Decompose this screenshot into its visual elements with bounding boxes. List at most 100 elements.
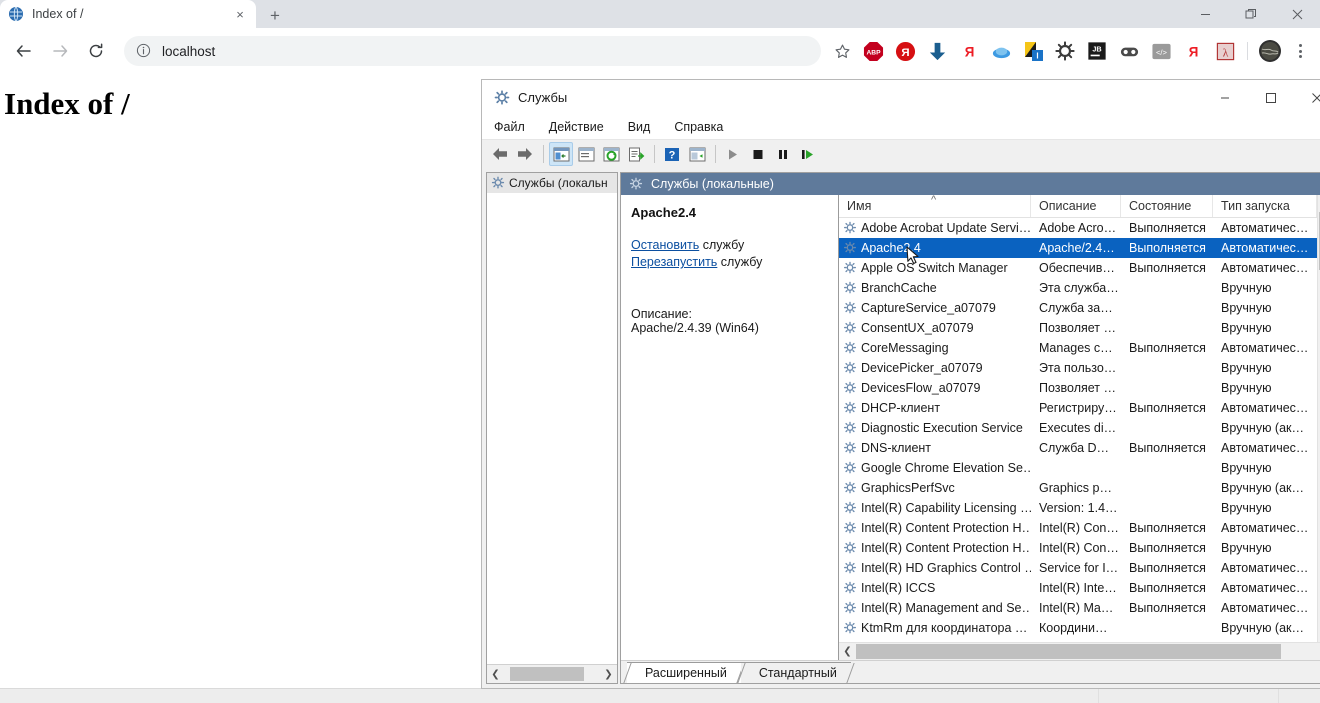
tab-extended[interactable]: Расширенный bbox=[627, 662, 741, 683]
notes-extension-icon[interactable]: I bbox=[1020, 38, 1046, 64]
menu-item-file[interactable]: Файл bbox=[494, 120, 525, 134]
close-icon[interactable] bbox=[1294, 80, 1320, 115]
adblock-plus-extension-icon[interactable]: ABP bbox=[860, 38, 886, 64]
new-tab-button[interactable]: + bbox=[262, 4, 288, 28]
tree-horizontal-scrollbar[interactable]: ❮ ❯ bbox=[487, 664, 617, 683]
service-gear-icon bbox=[843, 421, 857, 435]
yandex-extension-icon[interactable]: Я bbox=[892, 38, 918, 64]
help-button[interactable]: ? bbox=[660, 142, 684, 166]
three-dot-menu-icon[interactable] bbox=[1288, 38, 1312, 64]
column-header-name[interactable]: Имя ^ bbox=[839, 195, 1031, 217]
menu-item-help[interactable]: Справка bbox=[674, 120, 723, 134]
table-row[interactable]: DevicesFlow_a07079Позволяет …Вручную bbox=[839, 378, 1317, 398]
back-arrow-icon[interactable] bbox=[8, 35, 40, 67]
browser-tab[interactable]: Index of / × bbox=[0, 0, 256, 28]
table-row[interactable]: DHCP-клиентРегистриру…ВыполняетсяАвтомат… bbox=[839, 398, 1317, 418]
service-description-cell: Регистриру… bbox=[1031, 401, 1121, 415]
table-row[interactable]: KtmRm для координатора …Координи…Вручную… bbox=[839, 618, 1317, 638]
table-row[interactable]: DevicePicker_a07079Эта пользо…Вручную bbox=[839, 358, 1317, 378]
cloud-extension-icon[interactable] bbox=[988, 38, 1014, 64]
service-name-cell: Adobe Acrobat Update Servi… bbox=[839, 221, 1031, 235]
svg-text:Я: Я bbox=[1188, 44, 1198, 59]
extensions-tray: ABP Я Я bbox=[857, 38, 1312, 64]
table-row[interactable]: Apple OS Switch ManagerОбеспечив…Выполня… bbox=[839, 258, 1317, 278]
stop-service-button[interactable] bbox=[746, 142, 770, 166]
reload-icon[interactable] bbox=[80, 35, 112, 67]
service-gear-icon bbox=[843, 541, 857, 555]
table-row[interactable]: CoreMessagingManages c…ВыполняетсяАвтома… bbox=[839, 338, 1317, 358]
scroll-left-icon[interactable]: ❮ bbox=[487, 666, 504, 682]
back-button[interactable] bbox=[488, 142, 512, 166]
restart-service-suffix: службу bbox=[717, 255, 762, 269]
scroll-thumb[interactable] bbox=[856, 644, 1281, 659]
code-tag-extension-icon[interactable]: </> bbox=[1148, 38, 1174, 64]
pane-header: Службы (локальные) bbox=[621, 173, 1320, 195]
table-row[interactable]: Intel(R) Content Protection H…Intel(R) C… bbox=[839, 538, 1317, 558]
profile-avatar-icon[interactable] bbox=[1257, 38, 1283, 64]
table-row[interactable]: Intel(R) Management and Se…Intel(R) Ma…В… bbox=[839, 598, 1317, 618]
yandex-alt-extension-icon[interactable]: Я bbox=[956, 38, 982, 64]
minimize-icon[interactable] bbox=[1182, 0, 1228, 28]
svg-text:</>: </> bbox=[1155, 47, 1167, 56]
column-header-description[interactable]: Описание bbox=[1031, 195, 1121, 217]
table-row[interactable]: ConsentUX_a07079Позволяет …Вручную bbox=[839, 318, 1317, 338]
forward-button[interactable] bbox=[513, 142, 537, 166]
services-list-pane: Имя ^ Описание Состояние Тип запуска Ado… bbox=[839, 195, 1320, 660]
table-row[interactable]: Intel(R) Capability Licensing …Version: … bbox=[839, 498, 1317, 518]
show-action-pane-button[interactable] bbox=[685, 142, 709, 166]
menu-item-action[interactable]: Действие bbox=[549, 120, 604, 134]
table-row[interactable]: Intel(R) ICCSIntel(R) Inte…ВыполняетсяАв… bbox=[839, 578, 1317, 598]
column-header-startup-type[interactable]: Тип запуска bbox=[1213, 195, 1317, 217]
vpn-mask-extension-icon[interactable] bbox=[1116, 38, 1142, 64]
close-icon[interactable] bbox=[1274, 0, 1320, 28]
service-name-cell: ConsentUX_a07079 bbox=[839, 321, 1031, 335]
scroll-track[interactable] bbox=[856, 644, 1318, 659]
scroll-right-icon[interactable]: ❯ bbox=[600, 666, 617, 682]
scroll-left-icon[interactable]: ❮ bbox=[839, 644, 856, 660]
gear-bug-extension-icon[interactable] bbox=[1052, 38, 1078, 64]
close-icon[interactable]: × bbox=[232, 6, 248, 22]
export-list-button[interactable] bbox=[624, 142, 648, 166]
stop-service-link[interactable]: Остановить bbox=[631, 238, 699, 252]
info-circle-icon[interactable] bbox=[136, 43, 152, 59]
scroll-thumb[interactable] bbox=[510, 667, 584, 681]
table-row[interactable]: CaptureService_a07079Служба за…Вручную bbox=[839, 298, 1317, 318]
column-header-name-label: Имя bbox=[847, 199, 871, 213]
star-icon[interactable] bbox=[827, 36, 857, 66]
scroll-track[interactable] bbox=[504, 666, 600, 682]
table-row[interactable]: DNS-клиентСлужба D…ВыполняетсяАвтоматиче… bbox=[839, 438, 1317, 458]
service-description-cell: Обеспечив… bbox=[1031, 261, 1121, 275]
table-row[interactable]: Adobe Acrobat Update Servi…Adobe Acro…Вы… bbox=[839, 218, 1317, 238]
restart-service-button[interactable] bbox=[796, 142, 820, 166]
tab-standard[interactable]: Стандартный bbox=[741, 662, 851, 683]
table-row[interactable]: Intel(R) HD Graphics Control …Service fo… bbox=[839, 558, 1317, 578]
show-hide-console-tree-button[interactable] bbox=[549, 142, 573, 166]
service-startup-type-cell: Вручную bbox=[1213, 501, 1317, 515]
properties-button[interactable] bbox=[574, 142, 598, 166]
table-row[interactable]: Apache2.4Apache/2.4…ВыполняетсяАвтоматич… bbox=[839, 238, 1317, 258]
jetbrains-toolbox-extension-icon[interactable]: JB bbox=[1084, 38, 1110, 64]
table-row[interactable]: GraphicsPerfSvcGraphics p…Вручную (ак… bbox=[839, 478, 1317, 498]
table-row[interactable]: Google Chrome Elevation Se…Вручную bbox=[839, 458, 1317, 478]
table-row[interactable]: Intel(R) Content Protection H…Intel(R) C… bbox=[839, 518, 1317, 538]
start-service-button[interactable] bbox=[721, 142, 745, 166]
sberbank-extension-icon[interactable] bbox=[924, 38, 950, 64]
table-row[interactable]: Diagnostic Execution ServiceExecutes di…… bbox=[839, 418, 1317, 438]
menu-item-view[interactable]: Вид bbox=[628, 120, 651, 134]
toolbar-separator bbox=[543, 145, 544, 163]
pause-service-button[interactable] bbox=[771, 142, 795, 166]
minimize-icon[interactable] bbox=[1202, 80, 1248, 115]
forward-arrow-icon[interactable] bbox=[44, 35, 76, 67]
table-row[interactable]: BranchCacheЭта служба…Вручную bbox=[839, 278, 1317, 298]
restart-service-link[interactable]: Перезапустить bbox=[631, 255, 717, 269]
tree-node-services-local[interactable]: Службы (локальн bbox=[487, 173, 617, 193]
adobe-acrobat-extension-icon[interactable]: λ bbox=[1212, 38, 1238, 64]
column-header-state[interactable]: Состояние bbox=[1121, 195, 1213, 217]
list-horizontal-scrollbar[interactable]: ❮ ❯ bbox=[839, 642, 1320, 660]
restore-icon[interactable] bbox=[1228, 0, 1274, 28]
maximize-icon[interactable] bbox=[1248, 80, 1294, 115]
address-bar[interactable]: localhost bbox=[124, 36, 821, 66]
yandex-third-extension-icon[interactable]: Я bbox=[1180, 38, 1206, 64]
service-startup-type-cell: Вручную bbox=[1213, 301, 1317, 315]
refresh-button[interactable] bbox=[599, 142, 623, 166]
